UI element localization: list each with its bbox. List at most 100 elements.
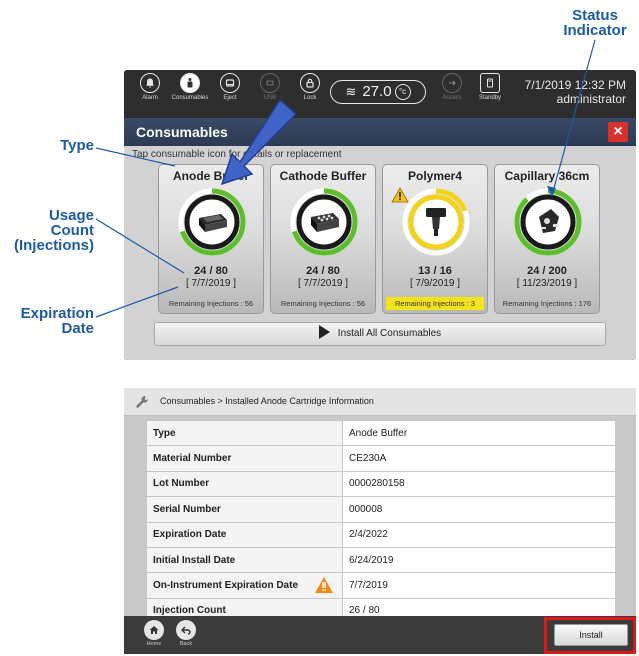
datetime-user: 7/1/2019 12:32 PM administrator [525,78,626,106]
table-row: On-Instrument Expiration Date 7/7/2019 [146,572,616,599]
back-button[interactable]: Back [172,620,200,647]
home-icon [149,626,159,634]
alarm-button[interactable]: Alarm [130,73,170,111]
status-gauge [514,188,582,256]
row-key: Expiration Date [146,521,343,548]
callout-expiration-date: Expiration Date [10,306,94,336]
temperature-unit: °c [394,84,411,100]
table-row: Expiration Date 2/4/2022 [146,521,616,548]
row-value: 0000280158 [342,470,616,498]
row-value: Anode Buffer [342,419,616,447]
consumable-card-polymer4[interactable]: Polymer4 13 / 16 [ 7/9/2019 ] Remaining … [382,164,488,314]
consumable-card-capillary[interactable]: Capillary 36cm 24 / 200 [ 11/23/2019 ] R… [494,164,600,314]
callout-type: Type [60,137,94,154]
usb-icon [266,80,274,86]
eject-button[interactable]: Eject [210,73,250,111]
standby-label: Standby [478,95,502,101]
datetime: 7/1/2019 12:32 PM [524,78,626,92]
temperature-value: 27.0 [362,83,392,100]
card-type: Capillary 36cm [504,169,590,183]
usage-count: 24 / 80 [194,265,228,277]
row-key: Serial Number [146,496,343,523]
consumable-card-cathode-buffer[interactable]: Cathode Buffer 24 / 80 [ 7/7/2019 ] Rema… [270,164,376,314]
callout-usage-count: Usage Count (Injections) [2,208,94,253]
table-row: Type Anode Buffer [146,419,616,447]
callout-line-1: Usage Count [48,207,94,239]
row-value: 6/24/2019 [342,546,616,574]
consumable-card-anode-buffer[interactable]: Anode Buffer 24 / 80 [ 7/7/2019 ] Remain… [158,164,264,314]
card-type: Anode Buffer [173,169,249,183]
remaining-injections: Remaining Injections : 176 [502,299,592,308]
lock-icon [306,78,314,88]
consumables-button[interactable]: Consumables [170,73,210,111]
alarm-label: Alarm [142,95,158,101]
temperature-display[interactable]: ≋ 27.0 °c [330,80,426,104]
remaining-injections: Remaining Injections : 56 [280,299,366,308]
card-type: Cathode Buffer [279,169,367,183]
usage-count: 24 / 200 [527,265,567,277]
user-name: administrator [556,92,626,106]
usage-count: 24 / 80 [306,265,340,277]
wrench-icon [136,396,149,408]
back-label: Back [179,641,193,647]
table-row: Lot Number 0000280158 [146,470,616,498]
consumables-screen: Alarm Consumables Eject USB Lock ≋ 27.0 °c… [124,70,636,360]
status-gauge [290,188,358,256]
table-row: Serial Number 000008 [146,496,616,523]
table-row: Material Number CE230A [146,445,616,472]
install-button[interactable]: Install [554,624,628,646]
warning-icon [315,577,333,594]
top-toolbar: Alarm Consumables Eject USB Lock ≋ 27.0 °c… [124,70,636,114]
access-label: Access [442,95,462,101]
callout-line-2: (Injections) [13,237,94,254]
remaining-injections: Remaining Injections : 56 [168,299,254,308]
usage-count: 13 / 16 [418,265,452,277]
warning-icon [391,187,409,203]
install-all-button[interactable]: Install All Consumables [154,322,606,346]
row-key: Material Number [146,445,343,472]
close-button[interactable]: × [608,122,628,142]
breadcrumb-bar: Consumables > Installed Anode Cartridge … [124,388,636,416]
consumables-label: Consumables [171,95,209,101]
callout-line-2: Date [61,320,94,337]
lock-button[interactable]: Lock [290,73,330,111]
row-value: 2/4/2022 [342,521,616,548]
status-gauge [402,188,470,256]
home-button[interactable]: Home [140,620,168,647]
cartridge-info-table: Type Anode Buffer Material Number CE230A L… [146,419,616,625]
breadcrumb: Consumables > Installed Anode Cartridge … [160,396,374,406]
panel-title: Consumables [136,124,228,140]
bell-icon [146,78,154,88]
consumables-panel-header: Consumables × [124,118,636,146]
access-button[interactable]: Access [432,73,472,111]
callout-line-2: Indicator [563,22,627,39]
consumables-panel-body: Tap consumable icon for details or repla… [124,146,636,360]
heat-icon: ≋ [345,84,357,99]
expiration-date: [ 11/23/2019 ] [516,278,578,289]
expiration-date: [ 7/7/2019 ] [185,278,237,289]
remaining-injections: Remaining Injections : 3 [386,297,484,310]
row-value: CE230A [342,445,616,472]
row-key: Type [146,419,343,447]
back-arrow-icon [181,626,191,635]
home-label: Home [146,641,162,647]
usb-button[interactable]: USB [250,73,290,111]
access-icon [449,80,456,86]
hint-text: Tap consumable icon for details or repla… [132,149,342,160]
standby-button[interactable]: Standby [470,73,510,111]
standby-icon [487,78,493,88]
lock-label: Lock [303,95,317,101]
expiration-date: [ 7/9/2019 ] [409,278,461,289]
row-key: Initial Install Date [146,546,343,574]
callout-line-1: Expiration [20,305,94,322]
play-icon [318,325,330,339]
card-type: Polymer4 [407,169,463,183]
usb-label: USB [263,95,277,101]
row-value: 7/7/2019 [342,572,616,599]
callout-line-1: Status [572,7,618,24]
callout-status-indicator: Status Indicator [555,8,635,38]
table-row: Initial Install Date 6/24/2019 [146,546,616,574]
bottom-toolbar: Home Back Install [124,616,636,654]
expiration-date: [ 7/7/2019 ] [297,278,349,289]
row-key: Lot Number [146,470,343,498]
